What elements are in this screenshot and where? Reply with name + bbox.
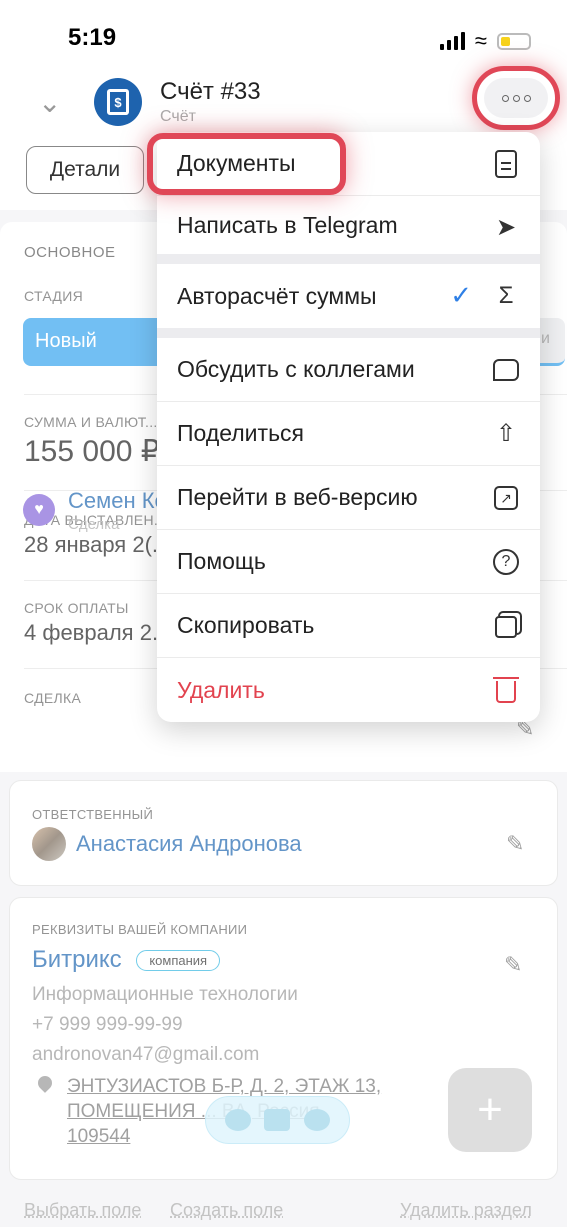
help-icon: ? bbox=[492, 548, 520, 576]
page-subtitle: Счёт bbox=[160, 108, 196, 125]
menu-item-label: Написать в Telegram bbox=[177, 211, 398, 238]
menu-item-label: Помощь bbox=[177, 548, 266, 574]
menu-item-label: Скопировать bbox=[177, 612, 315, 638]
menu-item-autocalc[interactable]: Авторасчёт суммы ✓ Σ bbox=[157, 264, 540, 338]
external-link-icon: ↗ bbox=[492, 484, 520, 512]
wifi-icon: ≈ bbox=[474, 28, 487, 53]
menu-item-label: Обсудить с коллегами bbox=[177, 356, 415, 382]
status-bar: 5:19 ≈ bbox=[0, 0, 567, 70]
menu-item-label: Авторасчёт суммы bbox=[177, 282, 377, 309]
menu-item-help[interactable]: Помощь ? bbox=[157, 530, 540, 594]
paper-plane-icon: ➤ bbox=[495, 214, 517, 241]
more-options-highlight bbox=[472, 66, 560, 130]
menu-item-label: Удалить bbox=[177, 676, 265, 703]
menu-item-web-version[interactable]: Перейти в веб-версию ↗ bbox=[157, 466, 540, 530]
battery-icon bbox=[497, 32, 531, 50]
trash-icon bbox=[492, 676, 520, 704]
chat-bubble-icon bbox=[492, 356, 520, 384]
page-title: Счёт #33 bbox=[160, 78, 261, 105]
sigma-icon: Σ bbox=[498, 282, 514, 309]
menu-item-share[interactable]: Поделиться ⇧ bbox=[157, 402, 540, 466]
menu-item-discuss[interactable]: Обсудить с коллегами bbox=[157, 338, 540, 402]
menu-item-documents[interactable]: Документы bbox=[157, 132, 540, 196]
menu-item-label: Поделиться bbox=[177, 420, 305, 446]
menu-item-delete[interactable]: Удалить bbox=[157, 658, 540, 722]
menu-item-copy[interactable]: Скопировать bbox=[157, 594, 540, 658]
checkmark-icon: ✓ bbox=[450, 280, 472, 310]
chevron-down-icon[interactable]: ⌄ bbox=[38, 86, 61, 119]
status-icons: ≈ bbox=[439, 28, 531, 54]
context-menu: Документы Написать в Telegram ➤ Авторасч… bbox=[157, 132, 540, 722]
share-icon: ⇧ bbox=[495, 420, 517, 447]
menu-item-telegram[interactable]: Написать в Telegram ➤ bbox=[157, 196, 540, 264]
status-time: 5:19 bbox=[68, 24, 117, 51]
document-icon bbox=[492, 150, 520, 178]
invoice-avatar-icon: $ bbox=[94, 78, 142, 126]
tab-details[interactable]: Детали bbox=[26, 146, 144, 194]
menu-item-label: Перейти в веб-версию bbox=[177, 484, 418, 510]
menu-item-label: Документы bbox=[177, 150, 296, 176]
copy-icon bbox=[492, 612, 520, 640]
cellular-signal-icon bbox=[439, 32, 465, 50]
